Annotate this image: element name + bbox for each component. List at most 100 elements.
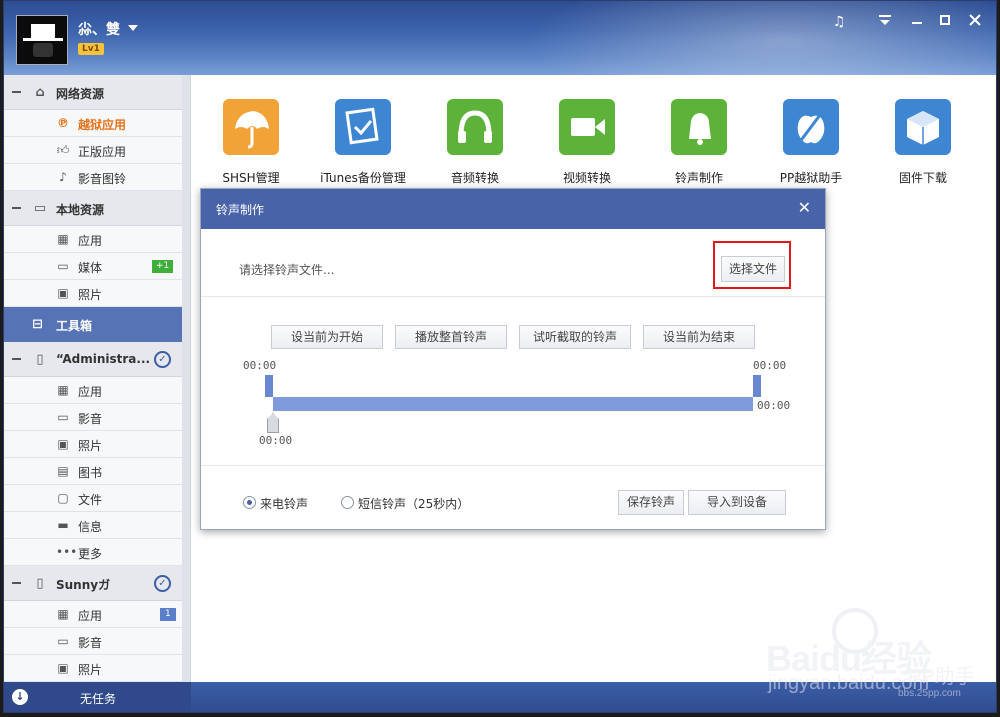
check-icon: ✓ [154,351,171,368]
end-time: 00:00 [753,359,787,372]
section-title: 网络资源 [56,87,105,101]
sidebar-item-local-photos[interactable]: ▣ 照片 [4,280,190,307]
sidebar-item-label: 工具箱 [56,319,93,333]
sidebar-item-label: 影音 [78,412,103,426]
sidebar-item-local-media[interactable]: ▭ 媒体 +1 [4,253,190,280]
photo-icon: ▣ [57,661,69,675]
ringtone-track[interactable] [273,397,753,411]
sidebar-item-device-books[interactable]: ▤ 图书 [4,458,190,485]
tool-audio-convert[interactable]: 音频转换 [430,99,520,186]
sidebar-item-label: 媒体 [78,261,103,275]
grid-icon: ▦ [57,607,69,621]
box-icon [895,99,951,155]
call-ringtone-label[interactable]: 来电铃声 [260,495,308,512]
umbrella-icon [223,99,279,155]
video-icon: ▭ [57,259,69,273]
start-marker[interactable] [265,375,273,397]
sidebar-item-official-apps[interactable]: 👍︎ 正版应用 [4,137,190,164]
file-prompt: 请选择铃声文件... [239,263,335,277]
sidebar-item-sunny-photos[interactable]: ▣ 照片 [4,655,190,682]
collapse-icon[interactable] [12,207,21,209]
ringtone-dialog: 铃声制作 ✕ 请选择铃声文件... 选择文件 设当前为开始 播放整首铃声 试听截… [200,188,826,530]
avatar[interactable] [16,15,68,65]
music-note-icon: ♪ [59,170,67,184]
tool-label: 铃声制作 [674,171,723,185]
thumbs-up-icon: 👍︎ [56,143,70,157]
sidebar-item-sunny-media[interactable]: ▭ 影音 [4,628,190,655]
pp-icon: ℗ [57,116,69,130]
tool-pp-jailbreak[interactable]: PP越狱助手 [766,99,856,186]
collapse-icon[interactable] [12,358,21,360]
tool-firmware-download[interactable]: 固件下载 [878,99,968,186]
dialog-titlebar[interactable]: 铃声制作 ✕ [201,189,825,229]
sidebar-item-media[interactable]: ♪ 影音图铃 [4,164,190,191]
end-marker[interactable] [753,375,761,397]
camera-icon [559,99,615,155]
sidebar-item-toolbox[interactable]: ⊟ 工具箱 [4,307,190,342]
tool-shsh[interactable]: SHSH管理 [206,99,296,186]
preview-clip-button[interactable]: 试听截取的铃声 [519,325,631,349]
sidebar-section-device-sunny[interactable]: ▯ Sunnyガ ✓ [4,566,190,601]
file-select-row: 请选择铃声文件... 选择文件 [201,229,825,297]
tool-label: 固件下载 [898,171,947,185]
minimize-icon[interactable] [908,13,926,31]
chevron-down-icon[interactable] [128,25,138,31]
total-time: 00:00 [757,399,791,412]
set-end-button[interactable]: 设当前为结束 [643,325,755,349]
watermark: Baidu经验 jingyan.baidu.com PP助手 bbs.25pp.… [760,606,995,706]
sidebar-section-device-admin[interactable]: ▯ “Administra... ✓ [4,342,190,377]
tool-label: SHSH管理 [222,171,280,185]
collapse-icon[interactable] [12,91,21,93]
sidebar-item-sunny-apps[interactable]: ▦ 应用 1 [4,601,190,628]
level-badge: Lv1 [78,43,104,55]
sidebar-scrollbar[interactable] [182,75,190,682]
sms-ringtone-radio[interactable] [341,496,354,509]
sidebar-item-device-photos[interactable]: ▣ 照片 [4,431,190,458]
tool-label: iTunes备份管理 [320,171,406,185]
video-icon: ▭ [57,410,69,424]
sidebar-section-local[interactable]: ▭ 本地资源 [4,191,190,226]
music-icon[interactable]: ♫ [830,13,848,31]
download-icon[interactable]: ↓ [12,689,28,705]
import-to-device-button[interactable]: 导入到设备 [688,490,786,515]
dialog-divider [201,465,825,466]
backup-note-icon [335,99,391,155]
tool-video-convert[interactable]: 视频转换 [542,99,632,186]
playhead-handle[interactable] [267,413,279,433]
play-full-button[interactable]: 播放整首铃声 [395,325,507,349]
sidebar-item-device-apps[interactable]: ▦ 应用 [4,377,190,404]
sidebar-item-label: 文件 [78,493,103,507]
video-icon: ▭ [57,634,69,648]
section-title: 本地资源 [56,203,105,217]
home-icon: ⌂ [35,85,45,100]
zipper-apple-icon [783,99,839,155]
sidebar-item-label: 照片 [78,439,103,453]
username[interactable]: 尛、雙 [78,19,120,39]
avatar-brim [23,38,63,41]
maximize-icon[interactable] [936,13,954,31]
count-badge: 1 [160,608,176,621]
phone-icon: ▯ [36,576,44,591]
bell-icon [671,99,727,155]
sms-ringtone-label[interactable]: 短信铃声（25秒内） [358,495,469,512]
tool-itunes-backup[interactable]: iTunes备份管理 [318,99,408,186]
sidebar-item-device-messages[interactable]: ▬ 信息 [4,512,190,539]
sidebar-item-device-media[interactable]: ▭ 影音 [4,404,190,431]
collapse-icon[interactable] [12,582,21,584]
sidebar-item-label: 应用 [78,234,103,248]
tool-ringtone-maker[interactable]: 铃声制作 [654,99,744,186]
sidebar-item-device-more[interactable]: ••• 更多 [4,539,190,566]
sidebar-item-local-apps[interactable]: ▦ 应用 [4,226,190,253]
sidebar-section-network[interactable]: ⌂ 网络资源 [4,75,190,110]
sidebar-item-device-files[interactable]: ▢ 文件 [4,485,190,512]
photo-icon: ▣ [57,286,69,300]
menu-icon[interactable] [876,13,894,31]
close-icon[interactable] [966,13,984,31]
save-ringtone-button[interactable]: 保存铃声 [618,490,684,515]
call-ringtone-radio[interactable] [243,496,256,509]
sidebar-item-jailbreak-apps[interactable]: ℗ 越狱应用 [4,110,190,137]
tool-label: 视频转换 [562,171,611,185]
set-start-button[interactable]: 设当前为开始 [271,325,383,349]
playhead-time: 00:00 [259,434,293,447]
close-icon[interactable]: ✕ [798,198,811,217]
